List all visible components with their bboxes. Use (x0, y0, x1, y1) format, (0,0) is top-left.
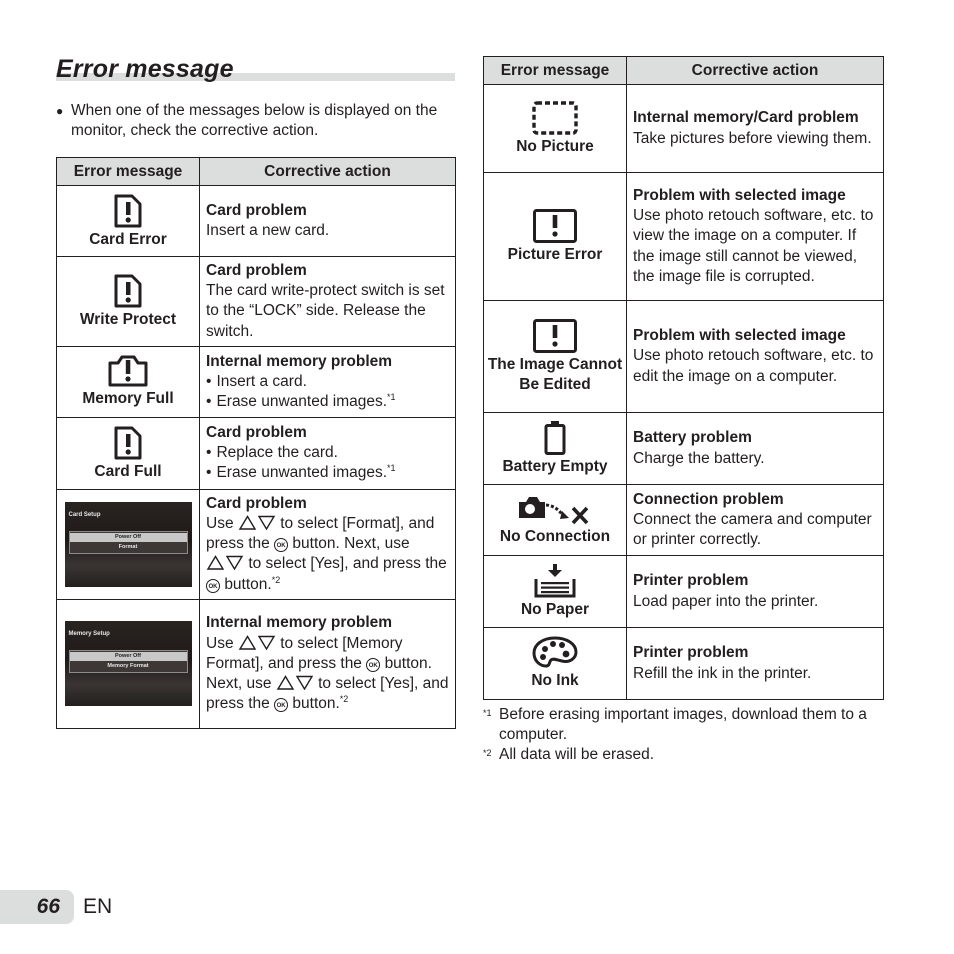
memory-setup-screen-image: Memory Setup Power Off Memory Format (64, 621, 192, 707)
error-message-cell: Write Protect (56, 256, 200, 347)
error-message-cell: Memory Setup Power Off Memory Format (56, 598, 200, 729)
card-setup-screen-image: Card Setup Power Off Format (64, 501, 192, 587)
intro-paragraph: ● When one of the messages below is disp… (56, 101, 456, 141)
ok-button-icon: OK (274, 698, 289, 713)
footnote-ref: *2 (339, 694, 349, 705)
ok-button-icon: OK (366, 657, 381, 672)
card-exclamation-icon (114, 426, 142, 460)
table-row: Write Protect Card problem The card writ… (56, 256, 456, 347)
footnote: *2 All data will be erased. (483, 746, 655, 763)
corrective-action-cell: Problem with selected image Use photo re… (626, 172, 884, 301)
page-title-block: Error message (56, 54, 455, 84)
error-message-cell: Picture Error (483, 172, 627, 301)
corrective-action-cell: Card problem The card write-protect swit… (199, 256, 456, 347)
memory-exclamation-icon (108, 355, 148, 387)
error-message-cell: Battery Empty (483, 412, 627, 485)
up-down-arrows-icon (238, 634, 276, 650)
header-corrective-action: Corrective action (199, 157, 456, 186)
corrective-action-cell: Connection problem Connect the camera an… (626, 484, 884, 556)
table-row: Card Full Card problem Replace the card.… (56, 416, 456, 490)
corrective-action-cell: Card problem Use to select [Format], and… (199, 488, 456, 600)
menu-option-memory-format: Memory Format (107, 663, 149, 670)
menu-box: Power Off Format (68, 530, 188, 554)
header-error-message: Error message (56, 157, 200, 186)
error-table-left: Error message Corrective action Card Err… (56, 157, 456, 729)
error-message-cell: No Paper (483, 555, 627, 628)
error-message-cell: No Ink (483, 627, 627, 700)
error-message-cell: Memory Full (56, 345, 200, 418)
dashed-frame-icon (532, 101, 578, 135)
footnote-ref: *1 (387, 463, 396, 474)
card-exclamation-icon (114, 274, 142, 308)
up-down-arrows-icon (206, 555, 244, 571)
error-message-cell: Card Full (56, 416, 200, 490)
corrective-action-cell: Problem with selected image Use photo re… (626, 300, 884, 413)
intro-text: When one of the messages below is displa… (71, 102, 438, 139)
error-message-cell: Card Error (56, 185, 200, 257)
paper-tray-icon (534, 564, 576, 598)
language-code: EN (83, 895, 113, 918)
table-row: Memory Setup Power Off Memory Format Int… (56, 598, 456, 729)
menu-option-format: Format (118, 543, 138, 550)
corrective-action-cell: Card problem Insert a new card. (199, 185, 456, 257)
table-row: No Picture Internal memory/Card problem … (483, 84, 884, 173)
header-corrective-action: Corrective action (626, 56, 884, 85)
bullet-icon: ● (56, 104, 64, 118)
error-message-cell: Card Setup Power Off Format (56, 488, 200, 600)
table-row: Memory Full Internal memory problem Inse… (56, 345, 456, 418)
table-header-row: Error message Corrective action (483, 56, 884, 85)
error-table-right: Error message Corrective action No Pictu… (483, 56, 884, 700)
header-error-message: Error message (483, 56, 627, 85)
footnotes: *1 Before erasing important images, down… (483, 705, 883, 765)
table-row: Card Error Card problem Insert a new car… (56, 185, 456, 257)
corrective-action-cell: Printer problem Load paper into the prin… (626, 555, 884, 628)
up-down-arrows-icon (276, 675, 314, 690)
error-message-cell: No Connection (483, 484, 627, 556)
frame-exclamation-icon (533, 209, 577, 243)
corrective-action-cell: Printer problem Refill the ink in the pr… (626, 627, 884, 700)
frame-exclamation-icon (533, 319, 577, 353)
table-row: No Paper Printer problem Load paper into… (483, 555, 884, 628)
corrective-action-cell: Internal memory problem Insert a card. E… (199, 345, 456, 418)
footnote-ref: *1 (387, 391, 396, 402)
up-down-arrows-icon (238, 515, 276, 531)
footnote: *1 Before erasing important images, down… (483, 706, 867, 743)
ok-button-icon: OK (274, 538, 289, 553)
corrective-action-cell: Internal memory/Card problem Take pictur… (626, 84, 884, 173)
page-number-badge: 66 (0, 890, 74, 924)
table-row: The Image Cannot Be Edited Problem with … (483, 300, 884, 413)
menu-option-power-off: Power Off (69, 532, 187, 542)
card-exclamation-icon (114, 194, 142, 227)
battery-empty-icon (544, 421, 566, 455)
table-row: No Connection Connection problem Connect… (483, 484, 884, 556)
ok-button-icon: OK (206, 578, 220, 593)
error-message-cell: No Picture (483, 84, 627, 173)
menu-box: Power Off Memory Format (68, 650, 188, 674)
table-header-row: Error message Corrective action (56, 157, 456, 186)
corrective-action-cell: Card problem Replace the card. Erase unw… (199, 416, 456, 490)
table-row: Picture Error Problem with selected imag… (483, 172, 884, 301)
page-title: Error message (56, 55, 234, 83)
menu-option-power-off: Power Off (69, 652, 187, 662)
table-row: Battery Empty Battery problem Charge the… (483, 412, 884, 485)
corrective-action-cell: Battery problem Charge the battery. (626, 412, 884, 485)
page-number: 66 (36, 895, 60, 918)
table-row: Card Setup Power Off Format Card problem… (56, 488, 456, 600)
corrective-action-cell: Internal memory problem Use to select [M… (199, 598, 456, 729)
footnote-ref: *2 (271, 574, 281, 585)
camera-disconnected-icon (519, 496, 589, 524)
ink-palette-icon (532, 636, 578, 668)
table-row: No Ink Printer problem Refill the ink in… (483, 627, 884, 700)
error-message-cell: The Image Cannot Be Edited (483, 300, 627, 413)
